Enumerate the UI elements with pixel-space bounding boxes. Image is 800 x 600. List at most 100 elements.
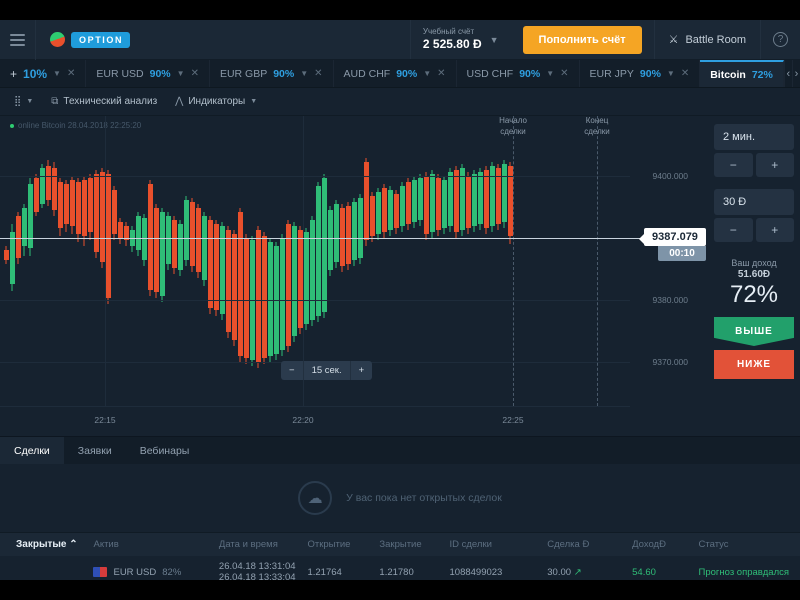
- chart-toolbar: ⣿ ▼ ⧉ Технический анализ ⋀ Индикаторы ▼: [0, 88, 800, 116]
- empty-deals-state: ☁ У вас пока нет открытых сделок: [0, 464, 800, 532]
- col-status: Статус: [698, 539, 729, 550]
- chevron-up-icon: ⌃: [69, 539, 78, 550]
- row-date-close: 26.04.18 13:33:04: [218, 572, 296, 580]
- amount-stepper: − +: [714, 218, 794, 242]
- income-value: 51.60Ð: [737, 269, 771, 280]
- amount-minus-button[interactable]: −: [714, 218, 753, 242]
- chevron-down-icon[interactable]: ▼: [546, 69, 554, 78]
- current-price-tag: 9387.079 00:10: [639, 228, 706, 261]
- deal-end-line: [597, 116, 598, 406]
- duration-minus-button[interactable]: −: [714, 153, 753, 177]
- row-asset: EUR USD 82%: [93, 567, 218, 578]
- row-date-open: 26.04.18 13:31:04: [218, 561, 296, 572]
- indicators-icon: ⋀: [175, 96, 184, 107]
- technical-analysis-button[interactable]: ⧉ Технический анализ: [51, 96, 157, 107]
- technical-analysis-label: Технический анализ: [63, 96, 158, 107]
- logo-mark-icon: [50, 32, 65, 47]
- current-price-value: 9387.079: [639, 228, 706, 246]
- close-icon[interactable]: ✕: [314, 68, 322, 79]
- gridline: [0, 300, 630, 301]
- chart-area[interactable]: online Bitcoin 28.04.2018 22:25:20 Начал…: [0, 116, 800, 436]
- tab-pct-0: 10%: [23, 66, 48, 81]
- tab-usd-chf[interactable]: USD CHF 90% ▼ ✕: [457, 60, 580, 87]
- row-deal-amount: 30.00 ↗: [547, 567, 632, 578]
- tab-webinars[interactable]: Вебинары: [126, 437, 204, 464]
- duration-stepper: − +: [714, 153, 794, 177]
- row-amount-value: 30.00: [547, 566, 572, 578]
- add-asset-tab[interactable]: + 10% ▼ ✕: [0, 60, 87, 87]
- tab-orders[interactable]: Заявки: [64, 437, 126, 464]
- put-down-button[interactable]: НИЖЕ: [714, 350, 794, 379]
- help-button[interactable]: ?: [760, 20, 800, 59]
- duration-plus-button[interactable]: +: [755, 153, 794, 177]
- asset-tab-bar: + 10% ▼ ✕ EUR USD 90% ▼ ✕ EUR GBP 90% ▼ …: [0, 60, 800, 88]
- chevron-down-icon[interactable]: ▼: [490, 35, 499, 45]
- tabs-next-button[interactable]: ›: [791, 60, 800, 87]
- battle-room-link[interactable]: ⚔ Battle Room: [653, 20, 760, 59]
- row-income: 54.60: [632, 566, 656, 578]
- tab-label-5: EUR JPY: [589, 67, 634, 80]
- chevron-down-icon: ▼: [250, 98, 258, 105]
- candles-icon: ⣿: [14, 96, 22, 107]
- tab-eur-usd[interactable]: EUR USD 90% ▼ ✕: [86, 60, 210, 87]
- close-icon[interactable]: ✕: [681, 68, 689, 79]
- logo-badge-label: OPTION: [71, 31, 131, 48]
- tab-pct-2: 90%: [273, 67, 295, 80]
- tab-eur-jpy[interactable]: EUR JPY 90% ▼ ✕: [580, 60, 701, 87]
- chevron-down-icon[interactable]: ▼: [300, 69, 308, 78]
- tab-eur-gbp[interactable]: EUR GBP 90% ▼ ✕: [210, 60, 334, 87]
- call-up-button[interactable]: ВЫШЕ: [714, 317, 794, 346]
- table-row[interactable]: EUR USD 82% 26.04.18 13:31:04 26.04.18 1…: [0, 556, 800, 580]
- closed-deals-header: Закрытые ⌃ Актив Дата и время Открытие З…: [0, 532, 800, 556]
- closed-toggle[interactable]: Закрытые ⌃: [0, 539, 93, 550]
- zoom-out-button[interactable]: −: [281, 361, 304, 380]
- tabs-prev-button[interactable]: ‹: [783, 60, 792, 87]
- row-open-price: 1.21764: [307, 566, 342, 578]
- vgridline: [105, 116, 106, 406]
- amount-plus-button[interactable]: +: [755, 218, 794, 242]
- zoom-in-button[interactable]: +: [351, 361, 373, 380]
- analysis-icon: ⧉: [51, 96, 59, 107]
- close-icon[interactable]: ✕: [560, 68, 568, 79]
- empty-state-icon: ☁: [298, 481, 333, 515]
- income-percent: 72%: [729, 281, 779, 308]
- tab-aud-chf[interactable]: AUD CHF 90% ▼ ✕: [334, 60, 457, 87]
- current-price-line: [0, 238, 655, 239]
- deal-start-line: [513, 116, 514, 406]
- tab-bitcoin[interactable]: Bitcoin 72%: [700, 60, 784, 87]
- indicators-button[interactable]: ⋀ Индикаторы ▼: [175, 96, 257, 107]
- brand-logo[interactable]: OPTION: [36, 31, 144, 48]
- timeframe-label: 15 сек.: [304, 361, 351, 380]
- hamburger-icon[interactable]: [0, 20, 36, 60]
- deposit-button[interactable]: Пополнить счёт: [522, 25, 642, 54]
- close-icon[interactable]: ✕: [437, 68, 445, 79]
- duration-field[interactable]: 2 мин.: [714, 124, 794, 150]
- col-deal-amount: Сделка Ð: [547, 539, 590, 550]
- chevron-down-icon[interactable]: ▼: [423, 69, 431, 78]
- timeframe-zoom-control[interactable]: − 15 сек. +: [281, 361, 373, 380]
- account-balance: 2 525.80 Ð: [422, 37, 482, 51]
- amount-field[interactable]: 30 Ð: [714, 189, 794, 215]
- chevron-down-icon[interactable]: ▼: [53, 69, 61, 78]
- plus-icon: +: [10, 66, 18, 81]
- col-income: ДоходÐ: [632, 539, 666, 550]
- tab-deals[interactable]: Сделки: [0, 437, 64, 464]
- close-icon[interactable]: ✕: [191, 68, 199, 79]
- close-icon[interactable]: ✕: [67, 68, 75, 79]
- tab-label-3: AUD CHF: [343, 67, 391, 80]
- arrow-up-icon: ↗: [573, 566, 582, 578]
- app-header: OPTION Учебный счёт 2 525.80 Ð ▼ Пополни…: [0, 20, 800, 60]
- row-deal-id: 1088499023: [449, 566, 503, 578]
- row-close-price: 1.21780: [379, 566, 414, 578]
- chart-plot[interactable]: Начало сделки Конец сделки − 15 сек. +: [0, 116, 655, 406]
- chevron-down-icon[interactable]: ▼: [667, 69, 675, 78]
- chevron-down-icon[interactable]: ▼: [177, 69, 185, 78]
- help-icon: ?: [773, 32, 788, 47]
- tab-pct-6: 72%: [751, 68, 773, 81]
- row-asset-pct: 82%: [162, 566, 182, 578]
- header-left: OPTION: [0, 20, 144, 60]
- account-info: Учебный счёт 2 525.80 Ð: [423, 27, 482, 52]
- chart-type-selector[interactable]: ⣿ ▼: [14, 96, 33, 107]
- account-selector[interactable]: Учебный счёт 2 525.80 Ð ▼: [409, 20, 511, 59]
- col-close: Закрытие: [379, 539, 422, 550]
